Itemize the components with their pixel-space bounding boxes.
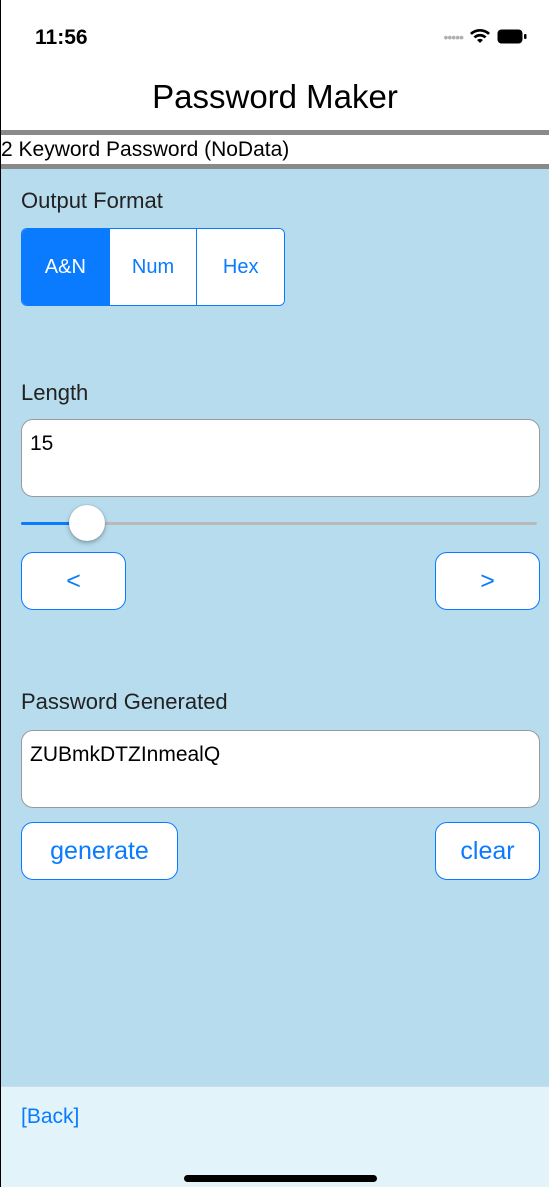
output-format-segmented-control: A&N Num Hex	[21, 228, 285, 306]
output-format-label: Output Format	[21, 188, 163, 213]
status-time: 11:56	[35, 26, 88, 49]
segment-alphanumeric[interactable]: A&N	[22, 229, 110, 305]
home-indicator	[184, 1175, 377, 1182]
back-link[interactable]: [Back]	[21, 1105, 79, 1129]
page-title: Password Maker	[152, 78, 398, 115]
generate-button[interactable]: generate	[21, 822, 178, 880]
increase-length-button[interactable]: >	[435, 552, 540, 610]
status-icons: •••••	[443, 28, 527, 45]
clear-button[interactable]: clear	[435, 822, 540, 880]
segment-hex[interactable]: Hex	[197, 229, 284, 305]
length-label: Length	[21, 380, 89, 405]
length-field[interactable]: 15	[21, 419, 540, 497]
password-generated-label: Password Generated	[21, 689, 228, 714]
decrease-length-button[interactable]: <	[21, 552, 126, 610]
status-bar: 11:56 •••••	[1, 0, 549, 75]
battery-icon	[497, 29, 527, 44]
segment-numeric[interactable]: Num	[109, 229, 198, 305]
subtitle-bar: 2 Keyword Password (NoData)	[1, 130, 549, 169]
main-content: Output Format A&N Num Hex Length 15 < > …	[1, 169, 549, 1086]
password-output-field[interactable]: ZUBmkDTZInmealQ	[21, 730, 540, 808]
bottom-toolbar: [Back]	[1, 1086, 549, 1187]
wifi-icon	[469, 28, 491, 45]
signal-dots-icon: •••••	[443, 28, 463, 45]
app-screen: 11:56 ••••• Password Maker 2 Keyword Pas…	[0, 0, 549, 1187]
length-slider-thumb[interactable]	[69, 505, 106, 541]
